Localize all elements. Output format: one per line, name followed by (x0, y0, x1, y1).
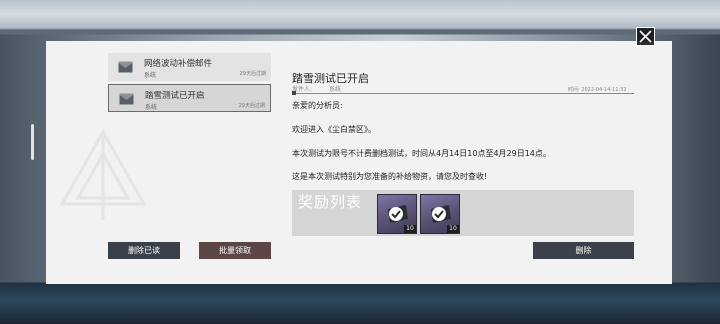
mail-title: 踏雪测试已开启 (145, 91, 205, 101)
mail-timestamp: 时间: 2022-04-14-11:32 (568, 87, 627, 93)
mail-expire-time: 29天后过期 (238, 103, 265, 109)
batch-claim-button[interactable]: 批量领取 (199, 242, 271, 259)
mail-envelope-icon (118, 61, 133, 73)
mail-sender: 系统 (144, 72, 157, 79)
mail-paragraph: 欢迎进入《尘白禁区》。 (292, 125, 376, 134)
mail-paragraph: 本次测试为限号不计费删档测试，时间从4月14日10点至4月29日14点。 (292, 149, 551, 158)
mail-expire-time: 29天后过期 (239, 71, 266, 77)
reward-quantity: 10 (447, 225, 459, 233)
mail-paragraph: 这是本次测试特别为您准备的补给物资，请您及时查收! (292, 172, 488, 181)
reward-quantity: 10 (404, 225, 416, 233)
delete-read-button[interactable]: 删除已读 (108, 242, 180, 259)
reward-item[interactable]: 10 (420, 194, 460, 234)
mail-envelope-icon (119, 93, 134, 105)
delete-button[interactable]: 删除 (533, 242, 634, 259)
close-icon (639, 30, 652, 43)
sender-value: 系统 (329, 86, 342, 93)
mail-sender: 系统 (145, 104, 158, 111)
detail-divider (292, 93, 634, 94)
divider-marker (292, 91, 296, 95)
mail-greeting: 亲爱的分析员: (292, 101, 343, 110)
side-handle[interactable] (31, 124, 34, 160)
mail-list-item[interactable]: 网络波动补偿邮件 系统 29天后过期 (108, 53, 271, 81)
reward-item[interactable]: 10 (377, 194, 417, 234)
mail-title: 网络波动补偿邮件 (144, 59, 213, 69)
reward-list-title: 奖励列表 (298, 193, 363, 211)
close-button[interactable] (636, 27, 655, 46)
mail-list-item-selected[interactable]: 踏雪测试已开启 系统 29天后过期 (108, 84, 271, 112)
supply-chip-icon (431, 205, 451, 223)
supply-chip-icon (388, 205, 408, 223)
faction-logo-watermark-icon (59, 128, 147, 220)
